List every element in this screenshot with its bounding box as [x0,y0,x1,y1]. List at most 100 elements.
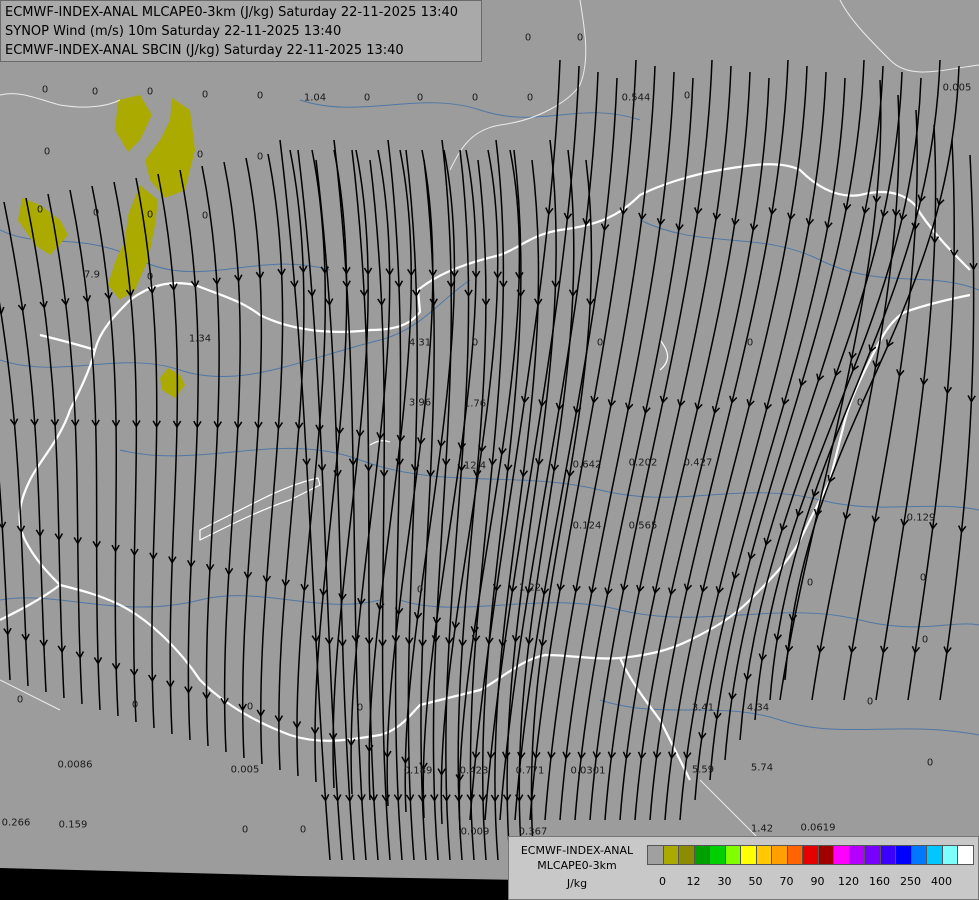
station-value: 0 [256,90,264,102]
station-value: 4.34 [746,702,770,714]
station-value: 0 [921,634,929,646]
station-value: 0 [856,397,864,409]
station-value: 0 [526,92,534,104]
map-canvas [0,0,979,900]
map-header: ECMWF-INDEX-ANAL MLCAPE0-3km (J/kg) Satu… [0,0,482,62]
legend-tick-label: 120 [838,875,859,888]
station-value: 0 [246,701,254,713]
legend-tick-label: 400 [931,875,952,888]
station-value: 0 [16,694,24,706]
station-value: 0.005 [942,82,972,94]
station-value: 0.423 [459,765,489,777]
streamline [445,149,470,861]
cape-area-5 [160,368,185,398]
streamline [25,197,65,699]
station-value: 0.642 [572,459,602,471]
station-value: 0 [92,207,100,219]
station-value: 0 [596,337,604,349]
station-value: 0 [926,757,934,769]
station-value: 0 [356,702,364,714]
streamline [518,149,575,861]
streamline [811,94,900,701]
streamline [351,149,379,861]
station-value: 0 [919,572,927,584]
streamline [332,149,369,789]
station-value: 1.22 [518,582,542,594]
station-value: 0.0301 [570,765,606,777]
streamline [69,189,101,711]
streamline [939,154,975,701]
station-value: 0.124 [572,520,602,532]
header-line-cape: ECMWF-INDEX-ANAL MLCAPE0-3km (J/kg) Satu… [5,5,459,20]
station-value: 0 [146,209,154,221]
legend-tick-label: 12 [686,875,701,888]
station-value: 1.42 [750,823,774,835]
legend-title-source: ECMWF-INDEX-ANAL [520,844,634,857]
legend-swatch [647,845,664,865]
station-value: 0.771 [515,765,545,777]
station-value: 5.74 [750,762,774,774]
station-value: 0.189 [403,765,433,777]
legend-swatch [662,845,679,865]
station-value: 0.0619 [800,822,836,834]
station-value: 0.159 [58,819,88,831]
legend-swatch [709,845,726,865]
legend-swatch [740,845,757,865]
cape-area-2 [145,98,195,198]
station-value: 0 [241,824,249,836]
legend-swatch [864,845,881,865]
cape-shading [18,95,195,398]
legend-swatch [755,845,772,865]
legend-swatch [957,845,974,865]
legend-title-param: MLCAPE0-3km [537,859,617,872]
station-value: 0 [146,271,154,283]
legend-title: ECMWF-INDEX-ANAL MLCAPE0-3km [509,843,645,873]
legend-swatch [926,845,943,865]
station-value: 7.9 [84,269,100,281]
wind-streamlines [0,59,978,861]
station-value: 3.41 [691,702,715,714]
streamline [201,165,220,747]
legend-swatch [802,845,819,865]
streamline [279,139,331,861]
streamline [529,59,637,821]
streamline [514,77,618,821]
station-value: 0.544 [621,92,651,104]
station-value: 0 [576,32,584,44]
station-value: 1.76 [463,398,487,410]
station-value: 0 [43,146,51,158]
legend-swatch [879,845,896,865]
cape-area-1 [115,95,152,152]
station-value: 0 [131,699,139,711]
legend-swatch [941,845,958,865]
legend-tick-label: 70 [779,875,794,888]
station-value: 1.34 [188,333,212,345]
streamline [0,481,11,681]
weather-map: 0 0 0 0 0 0 1.04 0 0 0 0 0.544 0 0.005 0 0 0 0 0 0 7.9 0 1.34 4… [0,0,979,900]
station-value: 0 [201,210,209,222]
station-value: 0 [416,584,424,596]
station-value: 5.59 [691,764,715,776]
station-value: 0.427 [683,457,713,469]
station-value: 0 [363,92,371,104]
station-value: 0.009 [460,826,490,838]
legend-tick-label: 30 [717,875,732,888]
station-value: 0 [471,92,479,104]
station-value: 0.565 [628,520,658,532]
station-value: 0.005 [230,764,260,776]
station-value: 0 [256,151,264,163]
legend-tick-label: 250 [900,875,921,888]
streamline [484,65,580,821]
station-value: 0 [91,86,99,98]
station-value: 0.0086 [57,759,93,771]
streamline [724,65,884,761]
header-line-wind: SYNOP Wind (m/s) 10m Saturday 22-11-2025… [5,24,342,39]
station-value: 0 [201,89,209,101]
streamline [297,149,343,861]
station-value: 0.129 [906,512,936,524]
station-value: 0 [146,86,154,98]
station-value: 0 [36,204,44,216]
station-value: 0 [524,32,532,44]
streamline [664,65,808,821]
legend-swatch [817,845,834,865]
